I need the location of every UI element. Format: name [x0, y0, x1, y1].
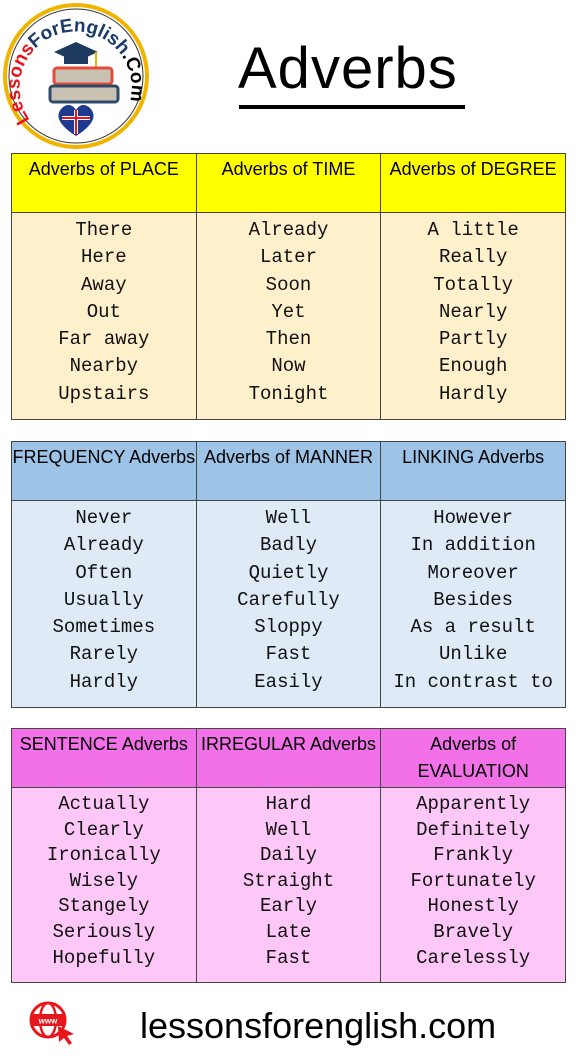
- adverb-item: Usually: [63, 588, 144, 611]
- adverb-item: Never: [75, 507, 133, 529]
- globe-www-icon: www: [28, 1000, 78, 1046]
- adverb-item: Honestly: [427, 895, 519, 918]
- adverb-item: Seriously: [52, 920, 156, 943]
- adverb-item: Yet: [271, 300, 306, 323]
- adverbs-table-1: Adverbs of PLACE Adverbs of TIME Adverbs…: [11, 153, 566, 420]
- word-list: A little Really Totally Nearly Partly Enough H…: [380, 212, 566, 420]
- adverb-item: As a result: [410, 616, 536, 639]
- adverb-item: There: [75, 219, 133, 241]
- adverb-item: Away: [81, 273, 127, 296]
- page-title: Adverbs: [238, 36, 458, 101]
- adverb-item: Later: [259, 246, 317, 269]
- column-header: SENTENCE Adverbs: [11, 728, 197, 788]
- adverb-item: Well: [265, 507, 312, 529]
- adverb-item: Hardly: [438, 382, 508, 405]
- column-header: Adverbs of MANNER: [195, 441, 382, 501]
- adverb-item: Already: [248, 219, 329, 241]
- adverb-item: Soon: [265, 273, 312, 296]
- adverb-item: Wisely: [69, 869, 139, 892]
- adverb-item: Far away: [58, 328, 150, 351]
- adverb-item: In contrast to: [393, 670, 553, 693]
- adverb-item: Fortunately: [410, 869, 536, 892]
- adverb-item: Now: [271, 355, 306, 378]
- adverb-item: Stangely: [58, 895, 150, 918]
- adverb-item: Hardly: [69, 670, 139, 693]
- adverb-item: Sloppy: [254, 616, 323, 639]
- adverb-item: Bravely: [433, 920, 514, 943]
- adverb-item: However: [433, 507, 514, 529]
- adverb-item: Totally: [433, 273, 514, 296]
- adverb-item: Upstairs: [58, 382, 150, 405]
- adverb-item: Sometimes: [52, 616, 156, 639]
- adverb-item: Carelessly: [416, 946, 531, 969]
- adverb-item: Early: [259, 895, 317, 918]
- adverb-item: Nearby: [69, 355, 139, 378]
- website-link[interactable]: lessonsforenglish.com: [140, 1005, 496, 1047]
- adverb-item: Besides: [433, 588, 514, 611]
- word-list: Hard Well Daily Straight Early Late Fast: [195, 787, 382, 983]
- adverb-item: Well: [265, 818, 312, 841]
- column-header: Adverbs of TIME: [195, 153, 382, 213]
- adverb-item: Rarely: [69, 643, 139, 666]
- adverb-item: A little: [427, 219, 519, 241]
- adverb-item: Nearly: [438, 300, 508, 323]
- word-list: Never Already Often Usually Sometimes Rarely H…: [11, 500, 197, 708]
- adverb-item: Carefully: [237, 588, 340, 611]
- word-list: Already Later Soon Yet Then Now Tonight: [195, 212, 382, 420]
- column-header: IRREGULAR Adverbs: [195, 728, 382, 788]
- word-list: Actually Clearly Ironically Wisely Stangely S…: [11, 787, 197, 983]
- adverb-item: Frankly: [433, 844, 514, 867]
- adverb-item: Moreover: [427, 561, 519, 584]
- adverb-item: Definitely: [416, 818, 531, 841]
- column-header: Adverbs of EVALUATION: [380, 728, 566, 788]
- adverb-item: Fast: [265, 643, 312, 666]
- adverb-item: Daily: [259, 844, 317, 867]
- adverb-item: Tonight: [248, 382, 329, 405]
- logo: LessonsForEnglish.Com: [2, 2, 150, 150]
- adverb-item: Then: [265, 328, 312, 351]
- adverb-item: Partly: [438, 328, 508, 351]
- word-list: Well Badly Quietly Carefully Sloppy Fast Easil…: [195, 500, 382, 708]
- word-list: Apparently Definitely Frankly Fortunately Ho…: [380, 787, 566, 983]
- adverb-item: Really: [438, 246, 508, 269]
- adverb-item: Clearly: [63, 818, 144, 841]
- word-list: However In addition Moreover Besides As a re…: [380, 500, 566, 708]
- adverb-item: Apparently: [416, 793, 531, 815]
- word-list: There Here Away Out Far away Nearby Upstairs: [11, 212, 197, 420]
- column-header: FREQUENCY Adverbs: [11, 441, 197, 501]
- column-header: LINKING Adverbs: [380, 441, 566, 501]
- column-header: Adverbs of DEGREE: [380, 153, 566, 213]
- adverbs-table-3: SENTENCE Adverbs IRREGULAR Adverbs Adver…: [11, 728, 566, 983]
- adverb-item: Hard: [265, 793, 312, 815]
- adverb-item: Ironically: [46, 844, 161, 867]
- title-underline: [239, 105, 465, 109]
- adverb-item: In addition: [410, 534, 536, 557]
- adverbs-table-2: FREQUENCY Adverbs Adverbs of MANNER LINK…: [11, 441, 566, 708]
- adverb-item: Enough: [438, 355, 508, 378]
- adverb-item: Fast: [265, 946, 312, 969]
- adverb-item: Unlike: [438, 643, 508, 666]
- adverb-item: Quietly: [248, 561, 329, 584]
- adverb-item: Often: [75, 561, 133, 584]
- column-header: Adverbs of PLACE: [11, 153, 197, 213]
- adverb-item: Hopefully: [52, 946, 156, 969]
- adverb-item: Badly: [259, 534, 317, 557]
- svg-text:www: www: [38, 1017, 58, 1026]
- adverb-item: Out: [86, 300, 121, 323]
- adverb-item: Here: [81, 246, 127, 269]
- adverb-item: Easily: [254, 670, 323, 693]
- adverb-item: Straight: [242, 869, 335, 892]
- adverb-item: Already: [63, 534, 144, 557]
- adverb-item: Late: [265, 920, 312, 943]
- adverb-item: Actually: [58, 793, 150, 815]
